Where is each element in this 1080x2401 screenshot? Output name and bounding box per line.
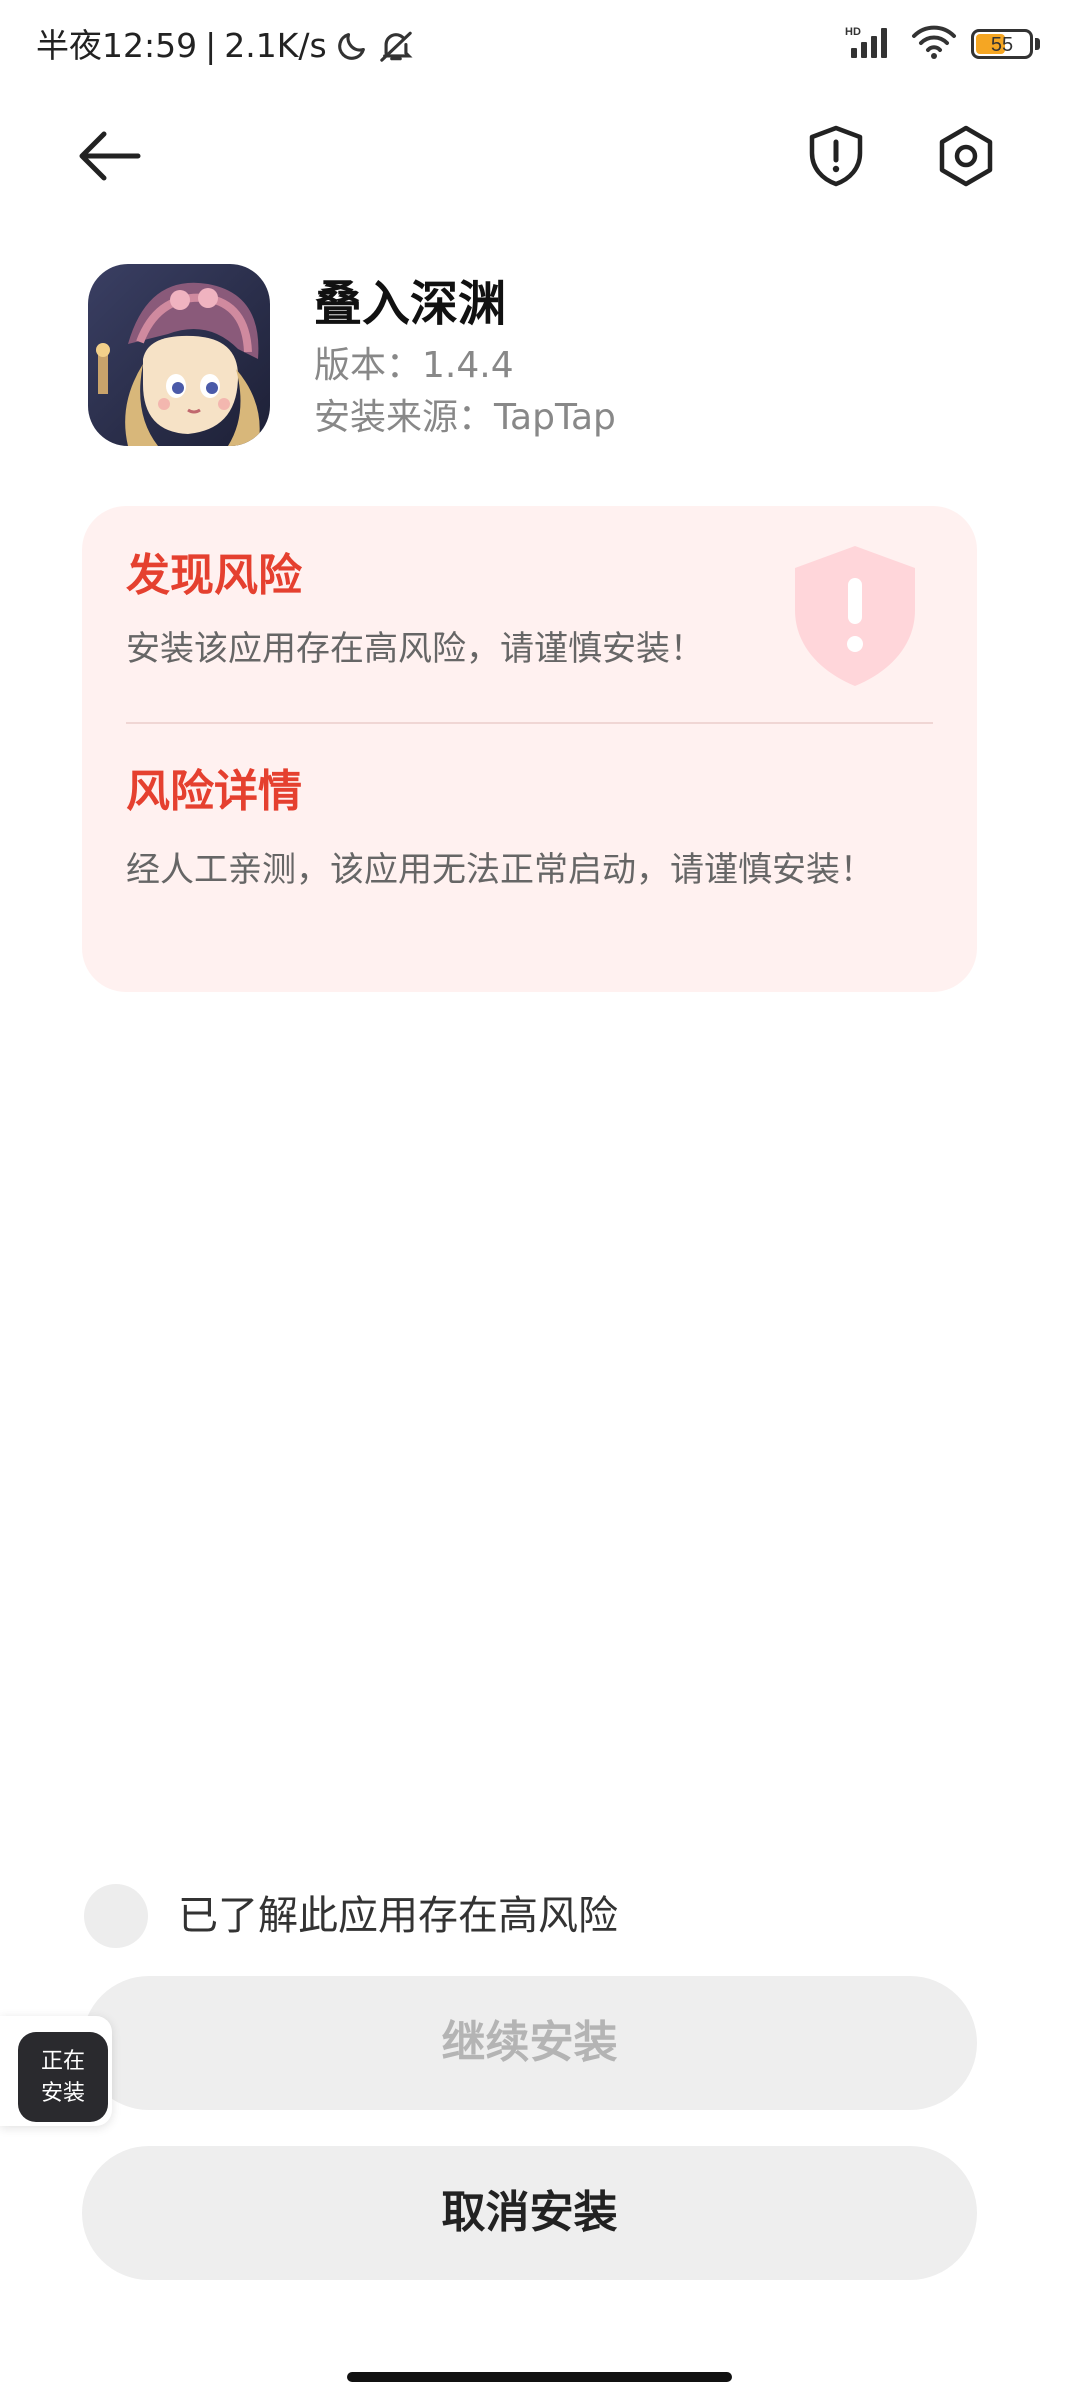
battery-level: 55: [990, 34, 1014, 56]
hd-signal-icon: HD: [845, 24, 897, 64]
installing-app-thumbnail: 正在 安装: [18, 2032, 108, 2122]
back-button[interactable]: [72, 120, 144, 192]
risk-shield-icon: [790, 542, 920, 690]
risk-description: 安装该应用存在高风险，请谨慎安装！: [126, 629, 704, 669]
app-source: 安装来源：TapTap: [314, 397, 616, 438]
risk-detail-title: 风险详情: [126, 766, 302, 817]
status-right: HD 55: [845, 24, 1040, 64]
continue-install-button[interactable]: 继续安装: [82, 1976, 977, 2110]
risk-card: 发现风险 安装该应用存在高风险，请谨慎安装！ 风险详情 经人工亲测，该应用无法正…: [82, 506, 977, 992]
risk-title: 发现风险: [126, 550, 302, 601]
app-version: 版本：1.4.4: [314, 345, 514, 386]
home-indicator[interactable]: [347, 2372, 732, 2382]
status-separator: |: [205, 26, 217, 65]
status-speed: 2.1K/s: [224, 26, 327, 65]
app-icon: [88, 264, 270, 446]
battery-icon: 55: [971, 29, 1033, 59]
status-bar: 半夜12:59 | 2.1K/s HD 55: [0, 0, 1080, 92]
settings-button[interactable]: [930, 120, 1002, 192]
ack-checkbox[interactable]: [84, 1884, 148, 1948]
gear-icon: [939, 125, 993, 187]
installing-label: 正在 安装: [40, 2049, 85, 2106]
svg-text:HD: HD: [845, 26, 861, 38]
status-time: 半夜12:59: [36, 26, 198, 65]
cancel-install-button[interactable]: 取消安装: [82, 2146, 977, 2280]
risk-detail-description: 经人工亲测，该应用无法正常启动，请谨慎安装！: [126, 850, 874, 890]
app-name: 叠入深渊: [314, 276, 507, 332]
wifi-icon: [911, 24, 957, 64]
back-arrow-icon: [79, 131, 141, 181]
battery-tip: [1035, 38, 1040, 50]
moon-icon: [335, 29, 369, 63]
mute-icon: [377, 29, 415, 63]
risk-divider: [126, 722, 933, 724]
security-button[interactable]: [800, 120, 872, 192]
ack-label[interactable]: 已了解此应用存在高风险: [178, 1884, 618, 1948]
installing-floating-chip[interactable]: 正在 安装: [0, 2016, 112, 2126]
status-left: 半夜12:59 | 2.1K/s: [36, 22, 415, 70]
shield-alert-icon: [809, 125, 863, 187]
